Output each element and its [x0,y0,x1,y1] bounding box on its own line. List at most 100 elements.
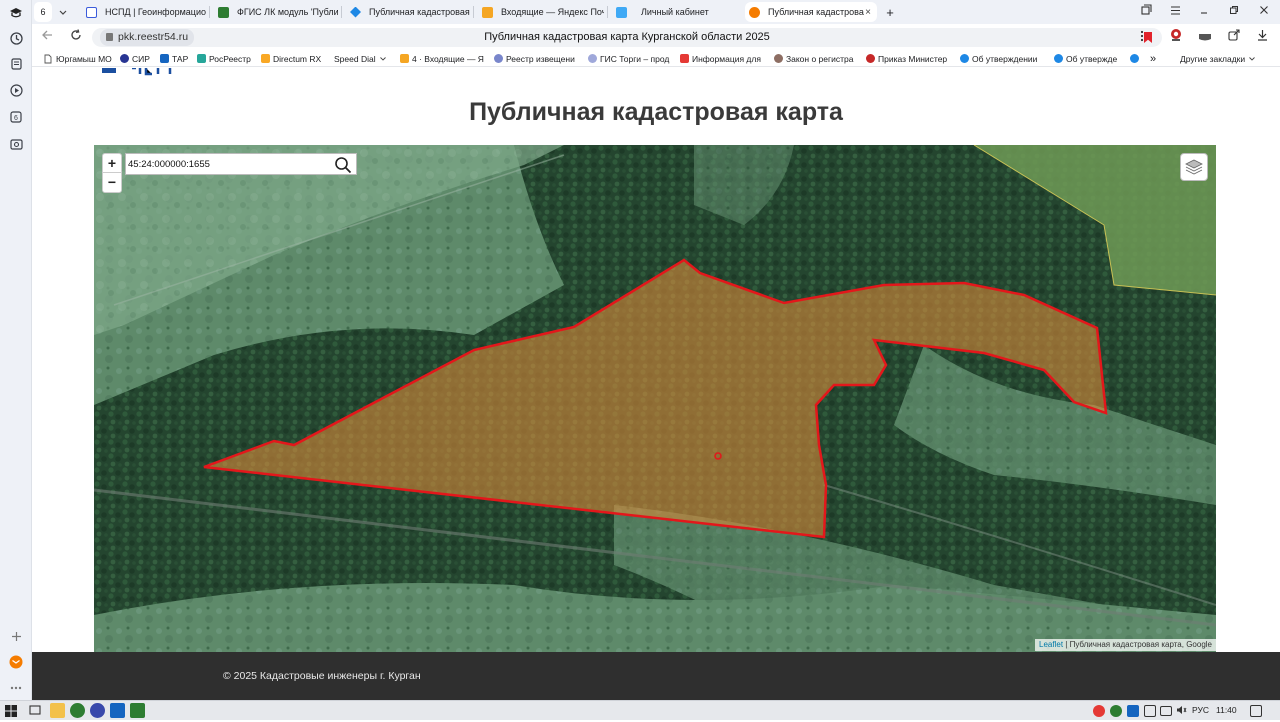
bookmark-favicon-icon [120,54,129,63]
site-logo[interactable] [100,68,180,76]
tray-app-icon[interactable] [1110,705,1122,717]
bookmark-item[interactable]: Закон о регистра [774,52,858,65]
bookmark-label: Приказ Министер [878,53,948,64]
bookmark-item[interactable]: СИР [120,52,156,65]
volume-icon[interactable] [1176,705,1187,717]
tab-list-button[interactable] [55,2,71,22]
bookmark-favicon-icon [588,54,597,63]
tab-label: Личный кабинет [641,7,709,17]
bookmark-item[interactable]: Информация для [680,52,764,65]
menu-icon[interactable] [1167,4,1183,20]
task-view-icon[interactable] [28,703,43,718]
bookmark-item[interactable]: Об утвержде [1054,52,1124,65]
bookmark-label: Юргамыш МО [56,53,112,64]
add-panel-icon[interactable] [6,626,26,646]
clock[interactable]: 11:40 [1216,705,1237,715]
more-vertical-icon[interactable] [1140,30,1144,45]
tab-yandex-mail[interactable]: Входящие — Яндекс Почт [478,2,604,22]
download-icon[interactable] [1257,29,1268,44]
tab-nspd[interactable]: НСПД | Геоинформацион [82,2,206,22]
page-footer: © 2025 Кадастровые инженеры г. Курган [32,652,1280,700]
nspd-favicon-icon [86,6,97,18]
search-icon[interactable] [334,156,352,174]
excel-icon[interactable] [130,703,145,718]
browser-logo-icon[interactable] [6,3,26,23]
bookmark-item[interactable]: Реестр извещени [494,52,578,65]
browser-sidebar: 6 [0,0,32,700]
pkk-active-favicon-icon [749,6,760,18]
new-tab-button[interactable]: + [882,2,898,22]
bookmark-favicon-icon [160,54,169,63]
share-icon[interactable] [1228,29,1240,44]
bookmark-favicon-icon[interactable] [1130,52,1142,65]
tab-pkk-active[interactable]: Публичная кадастрова × [745,2,877,22]
bookmark-label: ТАР [172,53,189,64]
layers-button[interactable] [1180,153,1208,181]
bookmark-item[interactable]: ГИС Торги – прод [588,52,672,65]
tab-divider [209,6,210,18]
attribution-text: | Публичная кадастровая карта, Google [1063,640,1212,649]
cadastral-map[interactable]: + − Leaflet | Публичная кадастровая карт… [94,145,1216,652]
tray-display-icon[interactable] [1160,706,1172,716]
bookmark-item[interactable]: ТАР [160,52,194,65]
bookmark-label: Об утвержде [1066,53,1118,64]
tray-antivirus-icon[interactable] [1093,705,1105,717]
start-icon[interactable] [5,704,17,717]
tab-overview-icon[interactable] [1138,4,1154,20]
tab-counter-icon[interactable]: 6 [6,107,26,127]
bookmark-favicon-icon [494,54,503,63]
tab-pkk-1[interactable]: Публичная кадастровая [346,2,470,22]
history-icon[interactable] [6,28,26,48]
bookmark-label: Закон о регистра [786,53,854,64]
word-icon[interactable] [110,703,125,718]
more-apps-icon[interactable] [6,678,26,698]
omnibox[interactable]: pkk.reestr54.ru Публичная кадастровая ка… [92,28,1162,47]
bookmark-label: Speed Dial [334,53,376,64]
tab-fgis[interactable]: ФГИС ЛК модуль 'Публи [214,2,338,22]
bookmark-item[interactable]: Приказ Министер [866,52,952,65]
bookmark-label: ГИС Торги – прод [600,53,670,64]
tab-divider [341,6,342,18]
tab-divider [607,6,608,18]
bookmark-item[interactable]: Directum RX [261,52,327,65]
bookmark-folder[interactable]: Speed Dial [334,52,394,65]
more-bookmarks-button[interactable]: » [1150,52,1160,65]
wallet-icon[interactable] [1198,30,1212,45]
collections-icon[interactable] [6,54,26,74]
mail-app-icon[interactable] [6,652,26,672]
chevron-down-icon [379,56,386,61]
minimize-icon[interactable] [1196,4,1212,20]
page-title: Публичная кадастровая карта [469,98,843,126]
browser-taskbar-icon[interactable] [90,703,105,718]
bookmark-item[interactable]: Юргамыш МО [56,52,118,65]
reload-icon[interactable] [70,29,82,44]
close-tab-icon[interactable]: × [865,7,877,18]
other-bookmarks-folder[interactable]: Другие закладки [1180,52,1266,65]
tray-clipboard-icon[interactable] [1144,705,1156,717]
tray-network-app-icon[interactable] [1127,705,1139,717]
zoom-in-button[interactable]: + [103,154,121,173]
cadastral-number-input[interactable] [128,156,328,172]
bookmark-item[interactable]: РосРеестр [197,52,255,65]
tab-personal-account[interactable]: Личный кабинет [612,2,738,22]
bookmark-item[interactable]: 4 · Входящие — Я [400,52,486,65]
file-explorer-icon[interactable] [50,703,65,718]
leaflet-link[interactable]: Leaflet [1039,640,1063,649]
chevron-down-icon [59,10,67,15]
footer-copyright: © 2025 Кадастровые инженеры г. Курган [223,670,421,682]
bookmark-item[interactable]: Об утверждении [960,52,1046,65]
screenshot-icon[interactable] [6,134,26,154]
tab-bar: 6 НСПД | Геоинформацион ФГИС ЛК модуль '… [32,0,1280,24]
input-language[interactable]: РУС [1192,705,1209,715]
kaspersky-icon[interactable] [70,703,85,718]
media-icon[interactable] [6,80,26,100]
back-arrow-icon[interactable] [41,29,53,44]
extension-icon[interactable] [1169,28,1183,45]
zoom-out-button[interactable]: − [103,173,121,192]
tab-label: Публичная кадастрова [768,7,864,17]
restore-icon[interactable] [1226,4,1242,20]
tab-counter-badge[interactable]: 6 [34,2,52,22]
notifications-icon[interactable] [1250,705,1262,717]
close-window-icon[interactable] [1256,4,1272,20]
map-attribution: Leaflet | Публичная кадастровая карта, G… [1035,639,1216,651]
